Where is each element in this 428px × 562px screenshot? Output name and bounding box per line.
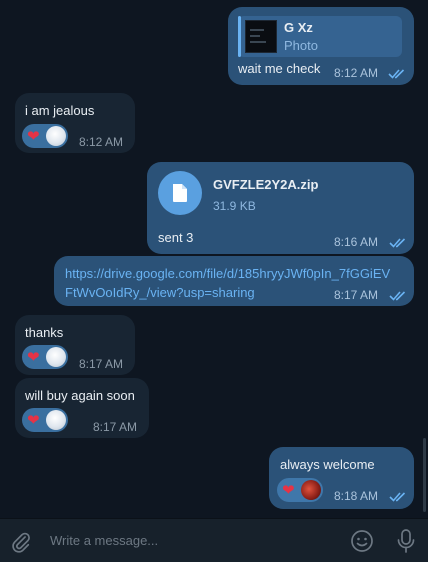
avatar: [301, 480, 321, 500]
message-text: wait me check: [238, 61, 321, 76]
message-bubble[interactable]: will buy again soon ❤ 8:17 AM: [15, 378, 149, 438]
reply-name: G Xz: [284, 20, 313, 35]
message-time: 8:17 AM: [334, 288, 379, 302]
reply-preview[interactable]: G Xz Photo: [238, 16, 402, 57]
scrollbar[interactable]: [423, 438, 426, 512]
reaction-badge[interactable]: ❤: [22, 124, 68, 148]
paperclip-icon[interactable]: [10, 531, 32, 553]
file-icon[interactable]: [158, 171, 202, 215]
reply-thumbnail: [245, 20, 277, 53]
avatar: [46, 347, 66, 367]
file-size: 31.9 KB: [213, 199, 256, 213]
reaction-badge[interactable]: ❤: [22, 345, 68, 369]
message-bubble[interactable]: G Xz Photo wait me check 8:12 AM: [228, 7, 414, 85]
avatar: [46, 410, 66, 430]
double-check-icon: [389, 238, 406, 248]
message-bubble[interactable]: always welcome ❤ 8:18 AM: [269, 447, 414, 509]
message-text: will buy again soon: [25, 388, 135, 403]
double-check-icon: [389, 291, 406, 301]
reaction-badge[interactable]: ❤: [277, 478, 323, 502]
file-name: GVFZLE2Y2A.zip: [213, 177, 319, 192]
heart-icon: ❤: [27, 348, 40, 366]
heart-icon: ❤: [27, 127, 40, 145]
double-check-icon: [388, 69, 405, 79]
message-bubble[interactable]: i am jealous ❤ 8:12 AM: [15, 93, 135, 153]
chat-area: G Xz Photo wait me check 8:12 AM i am je…: [0, 0, 428, 562]
avatar: [46, 126, 66, 146]
message-time: 8:16 AM: [334, 235, 379, 249]
heart-icon: ❤: [27, 411, 40, 429]
message-bubble[interactable]: thanks ❤ 8:17 AM: [15, 315, 135, 375]
reaction-badge[interactable]: ❤: [22, 408, 68, 432]
message-time: 8:17 AM: [79, 357, 124, 371]
reply-bar: [238, 16, 241, 57]
message-time: 8:12 AM: [334, 66, 379, 80]
link-line[interactable]: https://drive.google.com/file/d/185hryyJ…: [65, 264, 390, 283]
message-text: sent 3: [158, 230, 194, 245]
message-time: 8:12 AM: [79, 135, 124, 149]
reply-type: Photo: [284, 38, 318, 53]
message-text: always welcome: [280, 457, 375, 472]
message-bubble[interactable]: GVFZLE2Y2A.zip 31.9 KB sent 3 8:16 AM: [147, 162, 414, 254]
message-text: thanks: [25, 325, 64, 340]
message-input[interactable]: Write a message...: [50, 533, 158, 548]
smiley-icon[interactable]: [350, 529, 374, 553]
message-bubble[interactable]: https://drive.google.com/file/d/185hryyJ…: [54, 256, 414, 306]
document-icon: [173, 184, 187, 202]
heart-icon: ❤: [282, 481, 295, 499]
microphone-icon[interactable]: [395, 528, 417, 554]
double-check-icon: [389, 492, 406, 502]
message-text: i am jealous: [25, 103, 95, 118]
message-time: 8:18 AM: [334, 489, 379, 503]
message-composer: Write a message...: [0, 518, 428, 562]
message-time: 8:17 AM: [93, 420, 138, 434]
